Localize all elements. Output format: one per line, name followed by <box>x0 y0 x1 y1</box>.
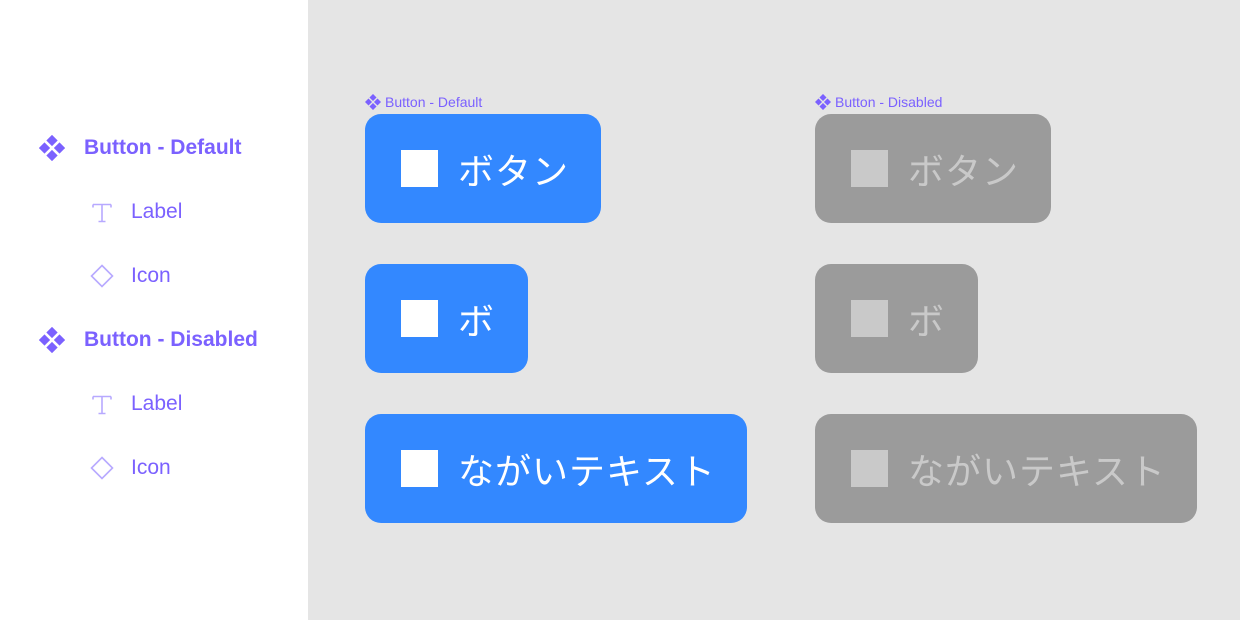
layer-name: Label <box>131 200 183 223</box>
text-icon <box>89 391 115 417</box>
layer-icon[interactable]: Icon <box>89 453 171 483</box>
canvas[interactable]: Button - Default ボタン ボ ながいテキスト Button - … <box>308 0 1240 620</box>
layer-name: Icon <box>131 456 171 479</box>
button-default-short[interactable]: ボタン <box>365 114 601 223</box>
layer-button-disabled[interactable]: Button - Disabled <box>39 325 258 355</box>
frame-title: Button - Disabled <box>835 94 943 110</box>
square-icon <box>851 300 888 337</box>
component-icon <box>39 327 65 353</box>
instance-icon <box>89 263 115 289</box>
square-icon <box>851 450 888 487</box>
frame-label-default[interactable]: Button - Default <box>365 94 482 110</box>
button-disabled-short[interactable]: ボタン <box>815 114 1051 223</box>
layer-label[interactable]: Label <box>89 389 182 419</box>
button-label: ながいテキスト <box>908 451 1166 493</box>
instance-icon <box>89 455 115 481</box>
text-icon <box>89 199 115 225</box>
button-default-single-char[interactable]: ボ <box>365 264 528 373</box>
frame-label-disabled[interactable]: Button - Disabled <box>815 94 942 110</box>
square-icon <box>401 450 438 487</box>
button-default-long[interactable]: ながいテキスト <box>365 414 747 523</box>
button-disabled-long[interactable]: ながいテキスト <box>815 414 1197 523</box>
button-label: ボ <box>908 301 946 343</box>
button-disabled-single-char[interactable]: ボ <box>815 264 978 373</box>
layers-panel: Button - Default Label Icon Button - Dis… <box>0 0 308 620</box>
layer-name: Icon <box>131 264 171 287</box>
button-label: ボタン <box>908 151 1020 193</box>
component-icon <box>39 135 65 161</box>
square-icon <box>401 300 438 337</box>
component-icon <box>815 94 831 110</box>
square-icon <box>401 150 438 187</box>
layer-name: Button - Default <box>84 136 242 159</box>
layer-name: Button - Disabled <box>84 328 258 351</box>
button-label: ながいテキスト <box>458 451 716 493</box>
button-label: ボ <box>458 301 496 343</box>
layer-name: Label <box>131 392 183 415</box>
layer-label[interactable]: Label <box>89 197 182 227</box>
square-icon <box>851 150 888 187</box>
component-icon <box>365 94 381 110</box>
layer-icon[interactable]: Icon <box>89 261 171 291</box>
button-label: ボタン <box>458 151 570 193</box>
layer-button-default[interactable]: Button - Default <box>39 133 241 163</box>
frame-title: Button - Default <box>385 94 483 110</box>
